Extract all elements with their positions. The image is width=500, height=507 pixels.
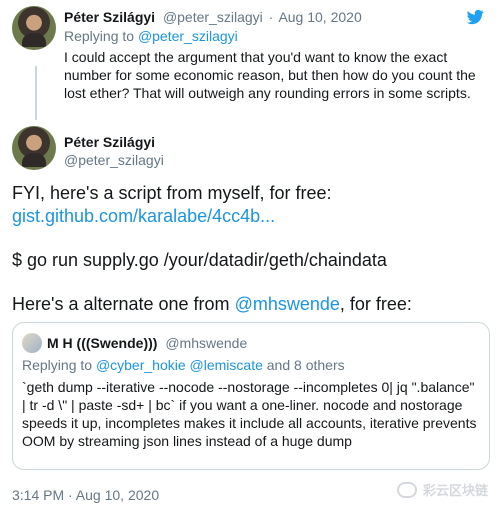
thread-connector-line — [35, 66, 37, 120]
first-tweet-header: Péter Szilágyi @peter_szilagyi · Aug 10,… — [64, 8, 464, 26]
first-tweet-replying-prefix: Replying to — [64, 28, 135, 44]
quoted-tweet-replying: Replying to @cyber_hokie @lemiscate and … — [22, 356, 345, 374]
main-tweet-line3: Here's a alternate one from @mhswende, f… — [12, 293, 412, 315]
first-tweet-author-name[interactable]: Péter Szilágyi — [64, 9, 155, 25]
mhswende-mention[interactable]: @mhswende — [235, 294, 340, 314]
main-tweet-timestamp[interactable]: 3:14 PM · Aug 10, 2020 — [12, 486, 159, 504]
quoted-tweet-replying-prefix: Replying to — [22, 357, 93, 373]
first-tweet-replying: Replying to @peter_szilagyi — [64, 27, 238, 45]
first-tweet-separator: · — [268, 9, 274, 25]
quoted-tweet-replying-handles[interactable]: @cyber_hokie @lemiscate — [96, 357, 263, 373]
quoted-tweet-author-name[interactable]: M H (((Swende))) — [47, 335, 157, 351]
watermark-text: 彩云区块链 — [422, 483, 488, 498]
main-tweet-line1: FYI, here's a script from myself, for fr… — [12, 183, 332, 203]
quoted-tweet-replying-suffix: and 8 others — [266, 357, 345, 373]
main-tweet-line3-suffix: , for free: — [339, 294, 412, 314]
chat-bubble-icon — [396, 481, 417, 498]
twitter-bird-icon[interactable] — [464, 8, 486, 26]
main-tweet-line3-prefix: Here's a alternate one from — [12, 294, 230, 314]
first-tweet-date[interactable]: Aug 10, 2020 — [278, 9, 361, 25]
first-tweet-handle[interactable]: @peter_szilagyi — [163, 9, 263, 25]
main-tweet-author-name[interactable]: Péter Szilágyi — [64, 133, 155, 151]
first-tweet-body: I could accept the argument that you'd w… — [64, 49, 476, 101]
go-command: $ go run supply.go /your/datadir/geth/ch… — [12, 250, 387, 270]
avatar-peter-first[interactable] — [12, 6, 56, 50]
first-tweet-replying-handle[interactable]: @peter_szilagyi — [138, 28, 238, 44]
watermark: 彩云区块链 — [396, 480, 488, 499]
quoted-tweet-header: M H (((Swende))) @mhswende — [47, 333, 247, 353]
quoted-tweet-avatar[interactable] — [22, 333, 42, 353]
quoted-tweet-body: `geth dump --iterative --nocode --nostor… — [22, 379, 477, 449]
quoted-tweet-handle[interactable]: @mhswende — [165, 335, 247, 351]
main-tweet-handle[interactable]: @peter_szilagyi — [64, 151, 164, 169]
avatar-peter-main[interactable] — [12, 126, 56, 170]
gist-link[interactable]: gist.github.com/karalabe/4cc4b... — [12, 205, 275, 227]
